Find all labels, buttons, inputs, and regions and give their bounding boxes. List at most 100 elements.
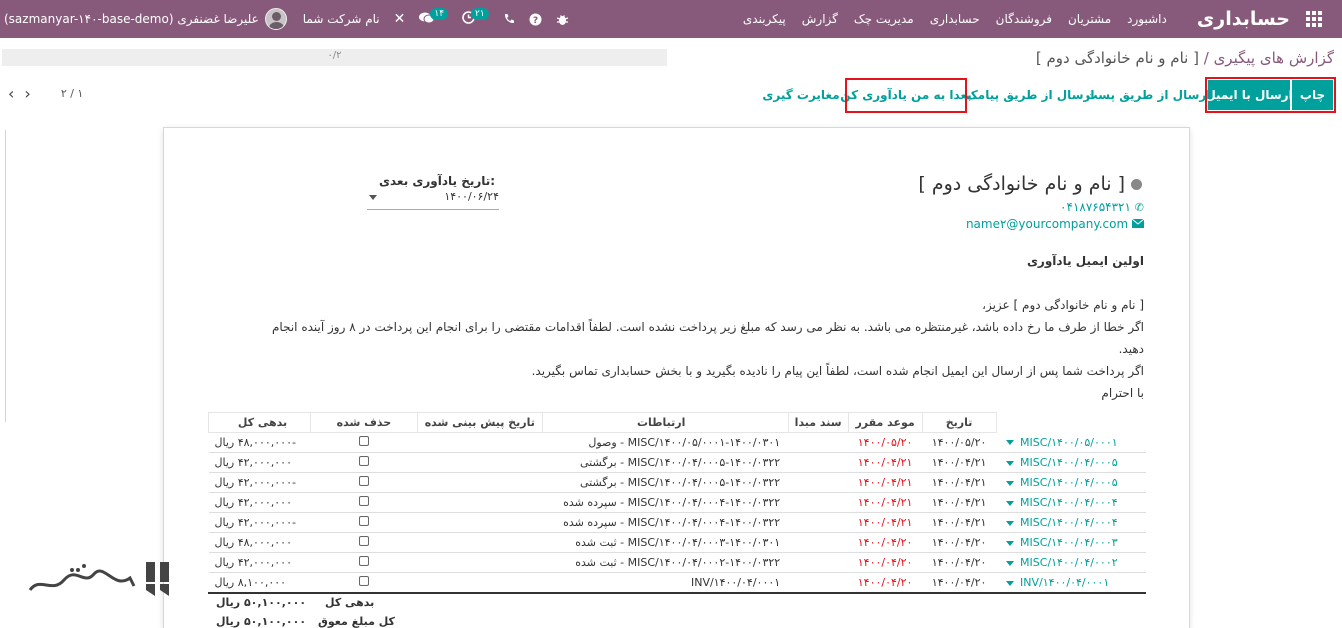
excluded-checkbox[interactable] [358,516,369,526]
menu-item-reporting[interactable]: گزارش [794,12,846,26]
activities-systray[interactable]: ۲۱ [462,8,489,27]
row-date: ۱۴۰۰/۰۴/۲۰ [922,552,997,573]
menu-item-customers[interactable]: مشتریان [1060,12,1119,26]
company-switcher[interactable]: نام شرکت شما [303,12,380,26]
row-ref[interactable]: MISC/۱۴۰۰/۰۴/۰۰۰۵ [996,452,1146,473]
row-excluded-cell [310,452,418,473]
row-excluded-cell [310,512,418,533]
table-row[interactable]: MISC/۱۴۰۰/۰۴/۰۰۰۳ ۱۴۰۰/۰۴/۲۰ ۱۴۰۰/۰۴/۲۰ MIS… [208,532,1146,553]
excluded-checkbox[interactable] [358,496,369,506]
partner-email[interactable]: name۲@yourcompany.com [966,217,1145,231]
row-due-date: ۱۴۰۰/۰۴/۲۰ [848,532,923,553]
pager-next-icon[interactable]: › [24,84,30,103]
table-row[interactable]: INV/۱۴۰۰/۰۴/۰۰۰۱ ۱۴۰۰/۰۴/۲۰ ۱۴۰۰/۰۴/۲۰ INV/… [208,572,1146,593]
followup-level-title: اولین ایمیل یادآوری [1026,254,1144,268]
phone-icon[interactable] [503,13,515,25]
excluded-checkbox[interactable] [358,576,369,586]
highlight-frame-send-buttons [1205,77,1336,113]
debug-bug-icon[interactable] [556,13,569,26]
watermark-logo [22,556,182,606]
menu-item-check-management[interactable]: مدیریت چک [846,12,922,26]
row-date: ۱۴۰۰/۰۴/۲۰ [922,572,997,593]
messages-count-badge: ۱۴ [430,8,449,20]
user-menu[interactable]: (sazmanyar-۱۴۰-base-demo) علیرضا غضنفری [0,12,259,26]
send-by-sms-button[interactable]: ارسال از طریق پیامک [966,80,1095,110]
pager-previous-icon[interactable]: ‹ [8,84,14,103]
next-reminder-date-field[interactable]: ۱۴۰۰/۰۶/۲۴ [367,190,499,210]
row-communication: MISC/۱۴۰۰/۰۴/۰۰۰۲-۱۴۰۰/۰۳۲۲ - ثبت شده [542,552,789,573]
caret-down-icon [1006,480,1015,486]
excluded-checkbox[interactable] [358,456,369,466]
send-by-post-button[interactable]: ارسال از طریق پست [1086,80,1211,110]
row-expected-date[interactable] [417,512,543,533]
totals-divider [208,592,1146,594]
excluded-checkbox[interactable] [358,476,369,486]
row-ref[interactable]: MISC/۱۴۰۰/۰۴/۰۰۰۴ [996,492,1146,513]
table-row[interactable]: MISC/۱۴۰۰/۰۴/۰۰۰۴ ۱۴۰۰/۰۴/۲۱ ۱۴۰۰/۰۴/۲۱ MIS… [208,492,1146,513]
total-due-value: ۵۰,۱۰۰,۰۰۰ ریال [216,596,307,609]
user-avatar[interactable] [264,8,287,30]
row-ref[interactable]: MISC/۱۴۰۰/۰۵/۰۰۰۱ [996,432,1146,453]
row-origin [788,452,849,473]
caret-down-icon [1006,540,1015,546]
row-expected-date[interactable] [417,572,543,593]
excluded-checkbox[interactable] [358,556,369,566]
row-expected-date[interactable] [417,552,543,573]
row-amount: ۴۲,۰۰۰,۰۰۰ ریال [208,552,311,573]
row-expected-date[interactable] [417,432,543,453]
row-ref[interactable]: MISC/۱۴۰۰/۰۴/۰۰۰۵ [996,472,1146,493]
caret-down-icon [1006,520,1015,526]
row-communication: MISC/۱۴۰۰/۰۴/۰۰۰۵-۱۴۰۰/۰۳۲۲ - برگشتی [542,472,789,493]
help-icon[interactable]: ? [529,13,542,26]
row-date: ۱۴۰۰/۰۴/۲۰ [922,532,997,553]
row-communication: MISC/۱۴۰۰/۰۴/۰۰۰۳-۱۴۰۰/۰۳۰۱ - ثبت شده [542,532,789,553]
breadcrumb-current: [ نام و نام خانوادگی دوم ] [1035,49,1199,67]
row-due-date: ۱۴۰۰/۰۴/۲۰ [848,552,923,573]
phone-small-icon: ✆ [1134,201,1144,214]
table-row[interactable]: MISC/۱۴۰۰/۰۴/۰۰۰۵ ۱۴۰۰/۰۴/۲۱ ۱۴۰۰/۰۴/۲۱ MIS… [208,472,1146,493]
menu-item-accounting[interactable]: حسابداری [922,12,988,26]
left-panel-border [0,130,6,422]
caret-down-icon [1006,500,1015,506]
row-expected-date[interactable] [417,532,543,553]
row-origin [788,532,849,553]
app-brand[interactable]: حسابداری [1197,8,1290,30]
row-origin [788,552,849,573]
caret-down-icon [1006,460,1015,466]
partner-status-dot [1131,179,1142,190]
messages-systray[interactable]: ۱۴ [419,8,449,27]
followup-report-sheet: [ نام و نام خانوادگی دوم ] ۰۴۱۸۷۶۵۴۳۲۱ ✆… [163,127,1190,628]
row-ref[interactable]: MISC/۱۴۰۰/۰۴/۰۰۰۴ [996,512,1146,533]
excluded-checkbox[interactable] [358,536,369,546]
row-amount: ۸,۱۰۰,۰۰۰ ریال [208,572,311,593]
breadcrumb-parent[interactable]: گزارش های پیگیری [1214,49,1334,67]
table-row[interactable]: MISC/۱۴۰۰/۰۴/۰۰۰۴ ۱۴۰۰/۰۴/۲۱ ۱۴۰۰/۰۴/۲۱ MIS… [208,512,1146,533]
table-row[interactable]: MISC/۱۴۰۰/۰۵/۰۰۰۱ ۱۴۰۰/۰۵/۲۰ ۱۴۰۰/۰۵/۲۰ MIS… [208,432,1146,453]
menu-item-configuration[interactable]: پیکربندی [735,12,794,26]
menu-item-dashboard[interactable]: داشبورد [1119,12,1175,26]
menu-item-vendors[interactable]: فروشندگان [988,12,1060,26]
activities-count-badge: ۲۱ [471,8,489,20]
row-ref[interactable]: MISC/۱۴۰۰/۰۴/۰۰۰۲ [996,552,1146,573]
apps-menu-icon[interactable] [1304,9,1324,29]
table-row[interactable]: MISC/۱۴۰۰/۰۴/۰۰۰۲ ۱۴۰۰/۰۴/۲۰ ۱۴۰۰/۰۴/۲۰ MIS… [208,552,1146,573]
total-due-label: بدهی کل [325,596,375,609]
row-date: ۱۴۰۰/۰۴/۲۱ [922,452,997,473]
row-ref[interactable]: MISC/۱۴۰۰/۰۴/۰۰۰۳ [996,532,1146,553]
row-ref[interactable]: INV/۱۴۰۰/۰۴/۰۰۰۱ [996,572,1146,593]
partner-phone[interactable]: ۰۴۱۸۷۶۵۴۳۲۱ ✆ [1060,200,1144,214]
highlight-frame-remind-button [845,78,967,113]
reconcile-button[interactable]: مغایرت گیری [762,80,839,110]
table-row[interactable]: MISC/۱۴۰۰/۰۴/۰۰۰۵ ۱۴۰۰/۰۴/۲۱ ۱۴۰۰/۰۴/۲۱ MIS… [208,452,1146,473]
row-expected-date[interactable] [417,472,543,493]
excluded-checkbox[interactable] [358,436,369,446]
row-expected-date[interactable] [417,492,543,513]
envelope-icon [1131,217,1145,231]
row-excluded-cell [310,492,418,513]
row-amount: ۴۲,۰۰۰,۰۰۰ ریال [208,492,311,513]
row-expected-date[interactable] [417,452,543,473]
pager-value[interactable]: ۲ / ۱ [61,87,84,100]
row-date: ۱۴۰۰/۰۵/۲۰ [922,432,997,453]
row-amount: ۴۸,۰۰۰,۰۰۰ ریال [208,532,311,553]
close-x-icon[interactable]: ✕ [394,11,406,27]
